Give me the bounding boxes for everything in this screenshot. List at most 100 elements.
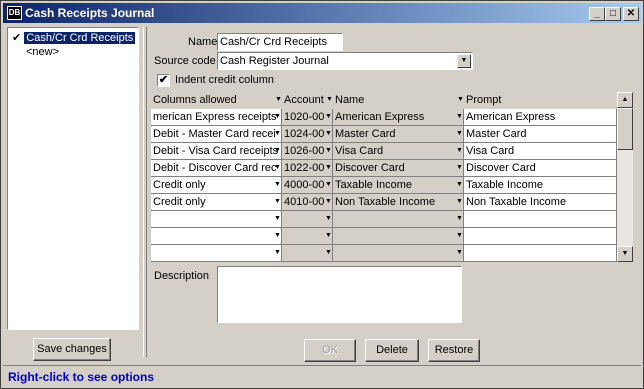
cell-text: Debit - Master Card recei [153,128,276,140]
cell-account[interactable]: ▼ [282,245,333,262]
tree-item-new[interactable]: <new> [26,45,59,59]
cell-name[interactable]: ▼ [333,228,464,245]
cell-prompt[interactable] [464,245,617,262]
chevron-down-icon[interactable]: ▼ [456,127,463,141]
header-name[interactable]: Name ▼ [333,92,464,109]
cell-account[interactable]: ▼ [282,228,333,245]
cell-name[interactable]: Master Card ▼ [333,126,464,143]
cell-account[interactable]: 1020-00 ▼ [282,109,333,126]
cell-text: Credit only [153,196,206,208]
cell-name[interactable]: Discover Card ▼ [333,160,464,177]
chevron-down-icon[interactable]: ▼ [274,127,281,141]
chevron-down-icon[interactable]: ▼ [325,246,332,260]
chevron-down-icon[interactable]: ▼ [325,178,332,192]
cell-columns-allowed[interactable]: merican Express receipts ▼ [151,109,282,126]
cell-columns-allowed[interactable]: Debit - Discover Card rec ▼ [151,160,282,177]
cell-text: Discover Card [335,162,405,174]
cell-columns-allowed[interactable]: ▼ [151,245,282,262]
maximize-button[interactable]: □ [605,7,621,21]
chevron-down-icon[interactable]: ▼ [456,110,463,124]
chevron-down-icon[interactable]: ▼ [275,93,282,107]
cell-name[interactable]: Non Taxable Income ▼ [333,194,464,211]
chevron-down-icon[interactable]: ▼ [325,161,332,175]
cell-text: Credit only [153,179,206,191]
cell-prompt[interactable] [464,228,617,245]
chevron-down-icon[interactable]: ▼ [325,110,332,124]
scroll-up-button[interactable]: ▲ [617,92,633,108]
chevron-down-icon[interactable]: ▼ [325,144,332,158]
chevron-down-icon[interactable]: ▼ [456,178,463,192]
chevron-down-icon[interactable]: ▼ [325,127,332,141]
cell-columns-allowed[interactable]: Debit - Master Card recei ▼ [151,126,282,143]
grid-scrollbar[interactable]: ▲ ▼ [617,92,633,262]
cell-text: 1020-00 [284,111,325,123]
chevron-down-icon[interactable]: ▼ [325,229,332,243]
cell-prompt[interactable]: American Express [464,109,617,126]
cell-account[interactable]: ▼ [282,211,333,228]
cell-columns-allowed[interactable]: Credit only ▼ [151,194,282,211]
cell-account[interactable]: 4010-00 ▼ [282,194,333,211]
minimize-button[interactable]: _ [589,7,605,21]
cash-receipts-journal-window: DB Cash Receipts Journal _ □ ✕ ✔ Cash/Cr… [0,0,644,389]
chevron-down-icon[interactable]: ▼ [456,144,463,158]
cell-columns-allowed[interactable]: Debit - Visa Card receipts ▼ [151,143,282,160]
chevron-down-icon[interactable]: ▼ [274,229,281,243]
chevron-down-icon[interactable]: ▼ [325,195,332,209]
source-code-dropdown[interactable]: Cash Register Journal ▼ [217,52,473,70]
cell-columns-allowed[interactable]: ▼ [151,211,282,228]
chevron-down-icon[interactable]: ▼ [456,246,463,260]
cell-text: merican Express receipts [153,111,277,123]
scroll-down-button[interactable]: ▼ [617,246,633,262]
name-field[interactable]: Cash/Cr Crd Receipts [217,33,343,51]
scroll-thumb[interactable] [617,108,633,150]
header-account[interactable]: Account ▼ [282,92,333,109]
chevron-down-icon[interactable]: ▼ [457,93,464,107]
cell-name[interactable]: American Express ▼ [333,109,464,126]
cell-text: Non Taxable Income [335,196,436,208]
restore-button[interactable]: Restore [428,339,480,362]
cell-prompt[interactable]: Visa Card [464,143,617,160]
chevron-down-icon[interactable]: ▼ [274,161,281,175]
cell-columns-allowed[interactable]: ▼ [151,228,282,245]
journal-tree[interactable]: ✔ Cash/Cr Crd Receipts <new> [7,27,139,330]
cell-text: Visa Card [335,145,384,157]
indent-credit-checkbox[interactable]: ✔ [157,74,170,87]
chevron-down-icon[interactable]: ▼ [456,161,463,175]
chevron-down-icon[interactable]: ▼ [456,229,463,243]
chevron-down-icon[interactable]: ▼ [274,178,281,192]
chevron-down-icon[interactable]: ▼ [456,195,463,209]
cell-account[interactable]: 4000-00 ▼ [282,177,333,194]
close-button[interactable]: ✕ [623,7,639,21]
cell-text: Discover Card [466,162,536,174]
cell-name[interactable]: ▼ [333,245,464,262]
cell-name[interactable]: Taxable Income ▼ [333,177,464,194]
cell-prompt[interactable]: Non Taxable Income [464,194,617,211]
chevron-down-icon[interactable]: ▼ [274,212,281,226]
chevron-down-icon[interactable]: ▼ [274,246,281,260]
chevron-down-icon[interactable]: ▼ [326,93,333,107]
chevron-down-icon[interactable]: ▼ [274,144,281,158]
chevron-down-icon[interactable]: ▼ [274,195,281,209]
save-changes-button[interactable]: Save changes [33,338,111,361]
cell-prompt[interactable] [464,211,617,228]
cell-account[interactable]: 1024-00 ▼ [282,126,333,143]
description-field[interactable] [217,266,462,323]
cell-prompt[interactable]: Discover Card [464,160,617,177]
tree-item-label: Cash/Cr Crd Receipts [24,32,136,44]
cell-account[interactable]: 1022-00 ▼ [282,160,333,177]
cell-account[interactable]: 1026-00 ▼ [282,143,333,160]
header-columns-allowed[interactable]: Columns allowed ▼ [151,92,282,109]
chevron-down-icon[interactable]: ▼ [274,110,281,124]
chevron-down-icon[interactable]: ▼ [325,212,332,226]
chevron-down-icon[interactable]: ▼ [456,212,463,226]
ok-button[interactable]: OK [304,339,356,362]
chevron-down-icon[interactable]: ▼ [457,54,471,68]
tree-item-cash-cr-crd-receipts[interactable]: ✔ Cash/Cr Crd Receipts [12,31,136,45]
cell-prompt[interactable]: Taxable Income [464,177,617,194]
cell-prompt[interactable]: Master Card [464,126,617,143]
cell-columns-allowed[interactable]: Credit only ▼ [151,177,282,194]
delete-button[interactable]: Delete [365,339,419,362]
cell-name[interactable]: Visa Card ▼ [333,143,464,160]
splitter[interactable] [143,27,147,357]
cell-name[interactable]: ▼ [333,211,464,228]
